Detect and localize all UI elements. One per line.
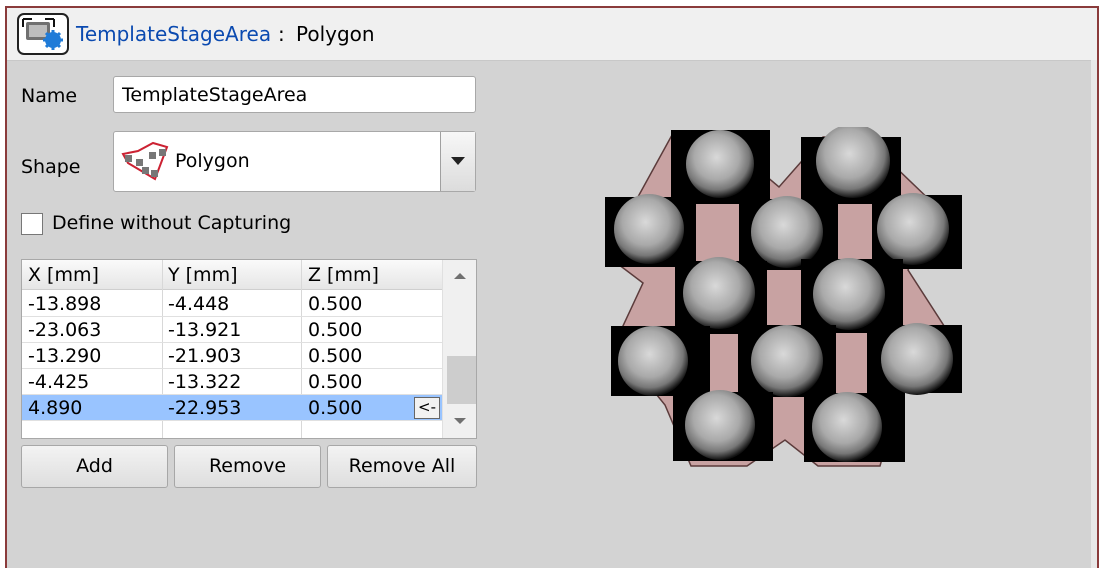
coordinates-table-header: X [mm] Y [mm] Z [mm] bbox=[22, 260, 442, 290]
add-button[interactable]: Add bbox=[21, 445, 168, 488]
panel-edge bbox=[1091, 60, 1097, 568]
shape-select[interactable]: Polygon bbox=[113, 131, 476, 192]
remove-button[interactable]: Remove bbox=[174, 445, 321, 488]
define-without-capturing-checkbox[interactable] bbox=[21, 213, 43, 235]
y-cell[interactable]: -21.903 bbox=[168, 345, 241, 367]
y-cell[interactable]: -22.953 bbox=[168, 397, 241, 419]
stage-area-preview bbox=[597, 124, 972, 467]
x-cell[interactable]: -23.063 bbox=[28, 319, 101, 341]
table-row[interactable]: -23.063 -13.921 0.500 bbox=[22, 317, 442, 343]
name-input[interactable] bbox=[113, 76, 476, 113]
x-cell[interactable]: 4.890 bbox=[28, 397, 82, 419]
chevron-down-icon bbox=[451, 157, 465, 165]
table-row[interactable]: -13.898 -4.448 0.500 bbox=[22, 291, 442, 317]
selected-table-row[interactable]: 4.890 -22.953 0.500 <- bbox=[22, 395, 442, 421]
object-name-link[interactable]: TemplateStageArea bbox=[76, 22, 271, 46]
shape-selected-value: Polygon bbox=[175, 150, 250, 172]
z-cell[interactable]: 0.500 bbox=[308, 397, 362, 419]
x-cell[interactable]: -13.898 bbox=[28, 293, 101, 315]
scroll-up-icon[interactable] bbox=[454, 273, 466, 279]
x-cell[interactable]: -13.290 bbox=[28, 345, 101, 367]
shape-label: Shape bbox=[21, 156, 81, 178]
coordinates-table: X [mm] Y [mm] Z [mm] -13.898 -4.448 0.50… bbox=[21, 259, 477, 439]
object-type-label: Polygon bbox=[296, 22, 375, 46]
name-label: Name bbox=[21, 85, 78, 107]
z-cell[interactable]: 0.500 bbox=[308, 345, 362, 367]
column-header-z[interactable]: Z [mm] bbox=[308, 264, 379, 286]
properties-panel: Name Shape Polygon Define without Captur… bbox=[7, 60, 1097, 568]
table-row[interactable]: -4.425 -13.322 0.500 bbox=[22, 369, 442, 395]
y-cell[interactable]: -4.448 bbox=[168, 293, 229, 315]
stage-area-dialog: TemplateStageArea : Polygon Name Shape P… bbox=[5, 6, 1099, 568]
remove-all-button[interactable]: Remove All bbox=[327, 445, 477, 488]
table-row[interactable]: -13.290 -21.903 0.500 bbox=[22, 343, 442, 369]
scroll-down-icon[interactable] bbox=[454, 418, 466, 424]
z-cell[interactable]: 0.500 bbox=[308, 293, 362, 315]
column-header-y[interactable]: Y [mm] bbox=[168, 264, 238, 286]
polygon-shape-icon bbox=[120, 140, 172, 184]
shape-dropdown-button[interactable] bbox=[440, 132, 475, 191]
y-cell[interactable]: -13.322 bbox=[168, 371, 241, 393]
table-scrollbar[interactable] bbox=[442, 260, 476, 438]
define-without-capturing-label: Define without Capturing bbox=[52, 212, 292, 234]
stage-area-gear-icon bbox=[17, 13, 69, 55]
z-cell[interactable]: 0.500 bbox=[308, 371, 362, 393]
x-cell[interactable]: -4.425 bbox=[28, 371, 89, 393]
z-cell[interactable]: 0.500 bbox=[308, 319, 362, 341]
scroll-thumb[interactable] bbox=[447, 356, 476, 404]
y-cell[interactable]: -13.921 bbox=[168, 319, 241, 341]
use-current-position-button[interactable]: <- bbox=[414, 397, 440, 419]
title-bar: TemplateStageArea : Polygon bbox=[7, 8, 1097, 60]
title-separator: : bbox=[278, 22, 285, 46]
column-header-x[interactable]: X [mm] bbox=[28, 264, 99, 286]
